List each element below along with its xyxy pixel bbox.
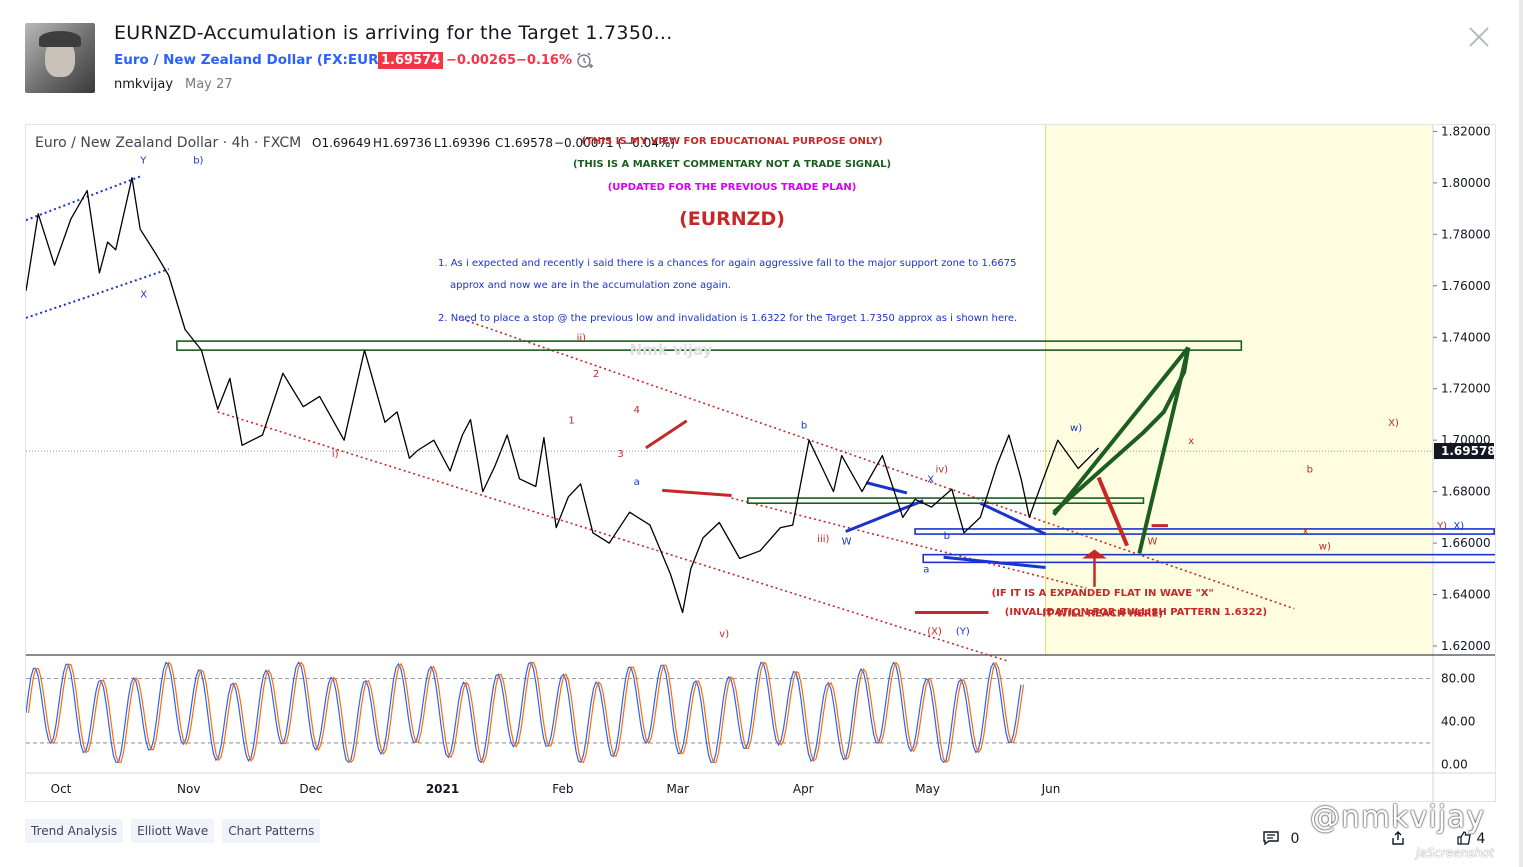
- comment-button[interactable]: 0: [1262, 830, 1299, 847]
- y-tick-label: 1.62000: [1441, 639, 1491, 653]
- comment-count: 0: [1290, 831, 1300, 847]
- last-price-badge: 1.69574: [378, 52, 444, 69]
- y-tick-label: 1.66000: [1441, 536, 1491, 550]
- tag-trend-analysis[interactable]: Trend Analysis: [25, 819, 124, 843]
- tag-list: Trend Analysis Elliott Wave Chart Patter…: [25, 819, 321, 843]
- symbol-link[interactable]: Euro / New Zealand Dollar (FX:EURNZD): [114, 52, 417, 68]
- wave-label: b): [193, 156, 203, 167]
- wave-label: 3: [617, 449, 623, 460]
- x-tick-label: Oct: [51, 782, 72, 796]
- last-price-label: 1.69578: [1441, 444, 1495, 458]
- wave-label: (Y): [956, 626, 970, 637]
- wave-label: a: [634, 477, 640, 488]
- header-note: (THIS IS MY VIEW FOR EDUCATIONAL PURPOSE…: [581, 136, 882, 147]
- triangle-line: [865, 481, 908, 495]
- y-tick-label: 1.82000: [1441, 125, 1491, 138]
- x-tick-label: Dec: [299, 782, 322, 796]
- osc-tick-label: 40.00: [1441, 714, 1475, 728]
- comment-icon: [1263, 831, 1279, 846]
- watermark-tool: jaScreenshot: [1416, 846, 1495, 860]
- y-tick-label: 1.68000: [1441, 485, 1491, 499]
- note-1: 1. As i expected and recently i said the…: [438, 258, 1016, 269]
- wave-label: b: [944, 531, 950, 542]
- note-1-continued: approx and now we are in the accumulatio…: [450, 280, 731, 291]
- x-tick-label: Jun: [1041, 782, 1061, 796]
- price-change: −0.00265: [446, 53, 517, 68]
- wave-label: w): [1070, 423, 1082, 434]
- x-tick-label: May: [915, 782, 940, 796]
- author-avatar[interactable]: [25, 23, 95, 93]
- osc-tick-label: 80.00: [1441, 671, 1475, 685]
- wave-label: b: [1307, 464, 1313, 475]
- y-tick-label: 1.76000: [1441, 279, 1491, 293]
- wave-label: ii): [577, 333, 587, 344]
- alarm-clock-icon[interactable]: [574, 50, 594, 70]
- x-tick-label: Nov: [177, 782, 200, 796]
- osc-tick-label: 0.00: [1441, 757, 1468, 771]
- y-tick-label: 1.74000: [1441, 330, 1491, 344]
- wave-label: iii): [817, 534, 829, 545]
- wave-label: b: [801, 421, 807, 432]
- price-change-percent: −0.16%: [516, 53, 572, 68]
- legend-symbol-name: Euro / New Zealand Dollar · 4h · FXCM: [35, 135, 301, 151]
- wave-label: x: [1188, 436, 1194, 447]
- pattern-line: [645, 419, 688, 450]
- downtrend-mid-line: [731, 497, 1087, 589]
- expanded-flat-note: IT WILL REACH HERE): [1042, 608, 1163, 619]
- close-icon[interactable]: [1466, 24, 1492, 50]
- idea-title: EURNZD-Accumulation is arriving for the …: [114, 22, 673, 44]
- price-chart[interactable]: 1.82000 1.80000 1.78000 1.76000 1.74000 1.720…: [26, 125, 1495, 801]
- y-tick-label: 1.78000: [1441, 227, 1491, 241]
- note-2: 2. Need to place a stop @ the previous l…: [438, 313, 1017, 324]
- wave-label: W: [1148, 536, 1158, 547]
- y-tick-label: 1.72000: [1441, 382, 1491, 396]
- x-tick-label: Apr: [793, 782, 814, 796]
- legend-ohlc-value: O1.69649: [312, 136, 371, 150]
- legend-ohlc-value: H1.69736: [373, 136, 432, 150]
- window-scrollbar[interactable]: [1519, 0, 1523, 867]
- legend-ohlc-value: C1.69578: [495, 136, 553, 150]
- wave-label: i): [332, 449, 339, 460]
- watermark-handle: @nmkvijay: [1310, 800, 1486, 835]
- wave-label: Y: [139, 156, 147, 167]
- wave-label: iv): [935, 464, 948, 475]
- wave-label: x: [1302, 526, 1308, 537]
- expanded-flat-note: (IF IT IS A EXPANDED FLAT IN WAVE "X": [992, 588, 1214, 599]
- y-tick-label: 1.80000: [1441, 176, 1491, 190]
- wave-label: X): [1388, 418, 1399, 429]
- pair-label: (EURNZD): [679, 208, 785, 230]
- y-tick-label: 1.64000: [1441, 588, 1491, 602]
- legend-ohlc-value: L1.69396: [434, 136, 490, 150]
- wave-label: v): [719, 629, 729, 640]
- publish-date: May 27: [185, 77, 233, 92]
- author-name[interactable]: nmkvijay: [114, 77, 173, 92]
- x-tick-label: Mar: [666, 782, 689, 796]
- price-series-line: [26, 177, 1100, 614]
- wave-label: (X): [927, 626, 942, 637]
- wave-label: Y): [1436, 521, 1447, 532]
- tag-elliott-wave[interactable]: Elliott Wave: [131, 819, 215, 843]
- chart-watermark: Nmk vijay: [630, 341, 713, 359]
- header-note: (THIS IS A MARKET COMMENTARY NOT A TRADE…: [573, 159, 891, 170]
- tag-chart-patterns[interactable]: Chart Patterns: [222, 819, 321, 843]
- wave-label: W: [842, 536, 852, 547]
- wave-label: X: [927, 475, 934, 486]
- wave-label: X: [140, 289, 147, 300]
- pattern-line: [662, 488, 732, 497]
- channel-lower-line: [26, 268, 170, 319]
- projection-zone: [1045, 125, 1433, 655]
- wave-label: 2: [593, 369, 599, 380]
- wave-label: w): [1319, 542, 1331, 553]
- wave-label: a: [923, 565, 929, 576]
- header-note: (UPDATED FOR THE PREVIOUS TRADE PLAN): [608, 182, 857, 193]
- x-tick-label: 2021: [426, 782, 459, 796]
- wave-label: 1: [568, 415, 574, 426]
- wave-label: X): [1453, 521, 1464, 532]
- chart-container[interactable]: 1.82000 1.80000 1.78000 1.76000 1.74000 1.720…: [25, 124, 1496, 802]
- wave-label: 4: [634, 405, 640, 416]
- x-tick-label: Feb: [552, 782, 573, 796]
